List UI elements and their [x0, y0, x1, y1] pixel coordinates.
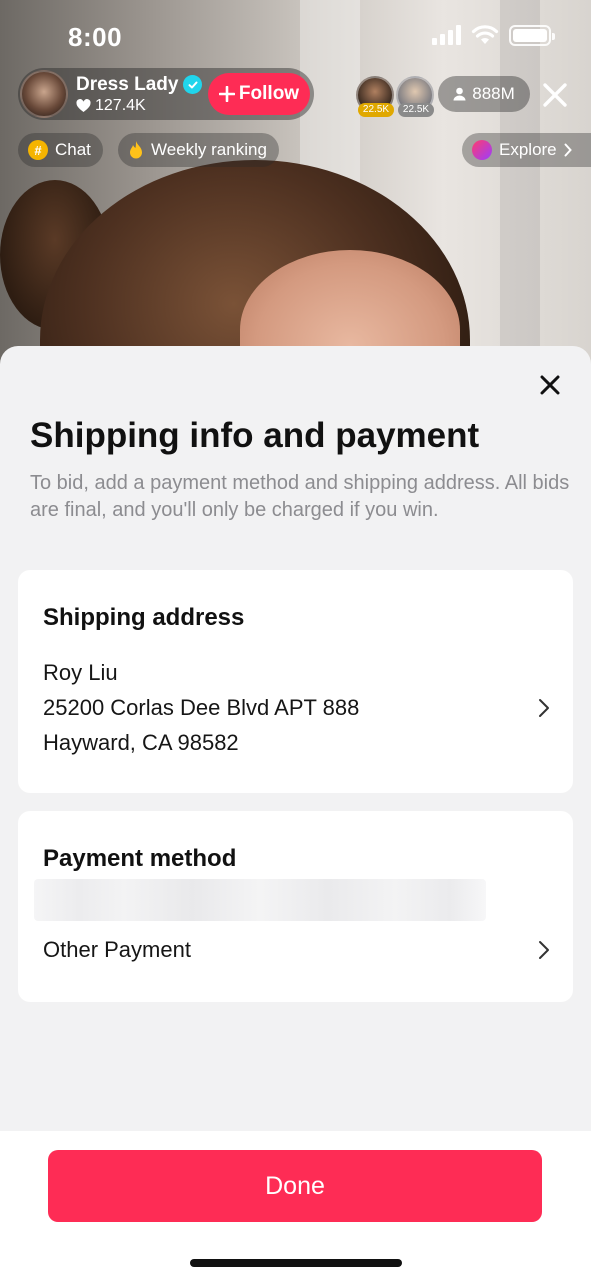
- battery-icon: [509, 24, 555, 46]
- sheet-footer: Done: [0, 1131, 591, 1280]
- weekly-ranking-chip[interactable]: Weekly ranking: [118, 133, 279, 167]
- host-likes-count: 127.4K: [95, 96, 146, 114]
- close-icon[interactable]: [537, 372, 563, 398]
- payment-method-card[interactable]: Payment method Other Payment: [18, 811, 573, 1002]
- status-icons: [432, 24, 555, 46]
- recipient-name: Roy Liu: [43, 660, 118, 685]
- redacted-payment-info: [34, 879, 486, 921]
- viewer-avatar[interactable]: 22.5K: [396, 76, 434, 117]
- viewer-count-value: 888M: [472, 84, 515, 103]
- home-indicator: [190, 1259, 402, 1267]
- host-name: Dress Lady: [76, 73, 179, 95]
- sheet-title: Shipping info and payment: [30, 416, 480, 455]
- chat-chip[interactable]: # Chat: [18, 133, 103, 167]
- other-payment-option[interactable]: Other Payment: [43, 937, 191, 963]
- sheet-description: To bid, add a payment method and shippin…: [30, 472, 570, 521]
- flame-icon: [130, 141, 142, 159]
- host-pill[interactable]: Dress Lady 127.4K Follow: [18, 68, 314, 120]
- payment-method-title: Payment method: [43, 845, 237, 872]
- explore-chip[interactable]: Explore: [462, 133, 591, 167]
- heart-icon: [76, 98, 91, 112]
- close-live-icon[interactable]: [538, 78, 572, 112]
- follow-button[interactable]: Follow: [208, 73, 310, 115]
- explore-label: Explore: [499, 140, 557, 159]
- done-button[interactable]: Done: [48, 1150, 542, 1222]
- weekly-ranking-label: Weekly ranking: [151, 140, 267, 159]
- top-viewers[interactable]: 22.5K 22.5K: [356, 76, 434, 117]
- hashtag-icon: #: [28, 140, 48, 160]
- street-address: 25200 Corlas Dee Blvd APT 888: [43, 695, 360, 720]
- shipping-address-title: Shipping address: [43, 604, 245, 631]
- viewer-count[interactable]: 888M: [438, 76, 530, 112]
- viewer-gift-badge: 22.5K: [358, 103, 394, 117]
- verified-icon: [183, 75, 203, 94]
- chevron-right-icon: [539, 941, 549, 959]
- shipping-address-card[interactable]: Shipping address Roy Liu 25200 Corlas De…: [18, 570, 573, 793]
- follow-label: Follow: [238, 83, 300, 104]
- cellular-signal-icon: [432, 25, 461, 45]
- status-time: 8:00: [68, 22, 123, 52]
- plus-icon: [218, 86, 235, 102]
- city-state-zip: Hayward, CA 98582: [43, 730, 239, 755]
- person-icon: [453, 87, 466, 101]
- chat-chip-label: Chat: [55, 140, 91, 159]
- viewer-avatar[interactable]: 22.5K: [356, 76, 394, 117]
- status-bar: 8:00: [0, 0, 591, 64]
- host-avatar[interactable]: [20, 70, 68, 118]
- chevron-right-icon: [564, 143, 572, 157]
- viewer-gift-badge: 22.5K: [398, 103, 434, 117]
- wifi-icon: [471, 25, 499, 44]
- chevron-right-icon: [539, 699, 549, 717]
- explore-planet-icon: [472, 140, 492, 160]
